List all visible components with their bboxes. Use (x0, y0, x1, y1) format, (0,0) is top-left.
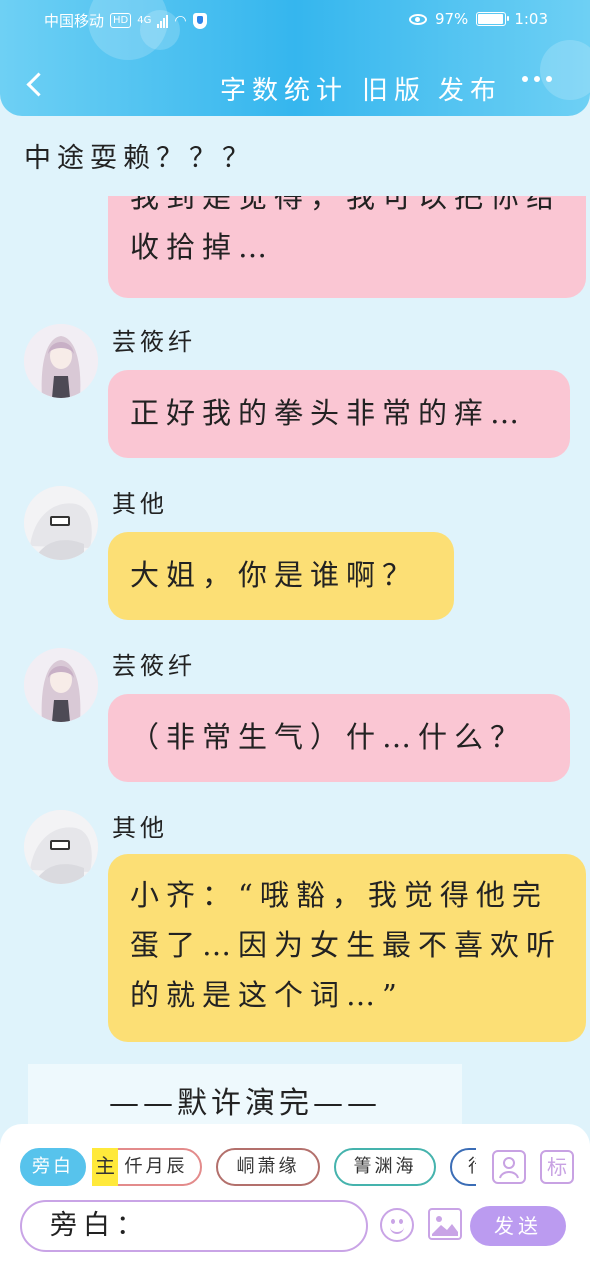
shield-icon (192, 12, 207, 29)
wifi-icon: ◠ (174, 12, 187, 29)
signal-icon (157, 14, 169, 28)
publish-button[interactable]: 发布 (438, 70, 502, 107)
section-title: 中途耍赖？？？ (24, 143, 255, 174)
more-dot-icon (534, 76, 540, 82)
mark-icon[interactable]: 标 (540, 1150, 574, 1184)
message-bubble[interactable]: 小齐：“哦豁，我觉得他完蛋了…因为女生最不喜欢听的就是这个词…” (108, 854, 586, 1042)
dialogue-input[interactable]: 旁白： (20, 1200, 368, 1252)
content-area: 中途耍赖？？？ 我到是觉得，我可以把你给收拾掉… 芸筱纤 正好我的拳头非常的痒… (0, 116, 590, 1126)
message-bubble[interactable]: 正好我的拳头非常的痒… (108, 370, 570, 458)
input-speaker-prefix: 旁白： (50, 1210, 149, 1241)
top-header: 中国移动 HD 4G ◠ 97% 1:03 字数统计 旧版 发布 (0, 0, 590, 116)
more-dot-icon (522, 76, 528, 82)
scene-divider: ——默许演完—— (28, 1064, 462, 1124)
character-chip-label: 仟月辰 (124, 1156, 188, 1177)
eye-icon (408, 13, 427, 25)
more-dot-icon (546, 76, 552, 82)
emoji-icon[interactable] (380, 1208, 414, 1242)
avatar-yunxiaoxian[interactable] (24, 324, 98, 398)
speaker-name: 其他 (112, 814, 168, 842)
hd-icon: HD (110, 13, 132, 28)
word-count-button[interactable]: 字数统计 (220, 70, 348, 107)
character-manage-icon[interactable] (492, 1150, 526, 1184)
avatar-other[interactable] (24, 810, 98, 884)
battery-percent: 97% (434, 10, 469, 28)
main-role-badge: 主 (92, 1148, 118, 1186)
back-button[interactable] (18, 66, 54, 102)
speaker-name: 其他 (112, 490, 168, 518)
status-bar: 中国移动 HD 4G ◠ 97% 1:03 (0, 6, 590, 34)
message-list[interactable]: 我到是觉得，我可以把你给收拾掉… 芸筱纤 正好我的拳头非常的痒… 其他 大姐，你… (0, 196, 590, 1126)
compose-panel: 旁白 仟月辰 主 峒萧缘 箐渊海 行 标 旁白： 发送 (0, 1124, 590, 1280)
more-button[interactable] (522, 76, 552, 82)
old-version-button[interactable]: 旧版 (362, 70, 426, 107)
message-bubble[interactable]: 我到是觉得，我可以把你给收拾掉… (108, 196, 586, 298)
message-bubble[interactable]: 大姐，你是谁啊？ (108, 532, 454, 620)
character-selector[interactable]: 旁白 仟月辰 主 峒萧缘 箐渊海 行 (20, 1148, 476, 1188)
speaker-name: 芸筱纤 (112, 652, 196, 680)
message-bubble[interactable]: （非常生气）什…什么？ (108, 694, 570, 782)
character-chip-narration[interactable]: 旁白 (20, 1148, 86, 1186)
character-chip[interactable]: 箐渊海 (334, 1148, 436, 1186)
speaker-name: 芸筱纤 (112, 328, 196, 356)
network-label: 4G (137, 15, 152, 26)
battery-icon (476, 12, 510, 26)
avatar-yunxiaoxian[interactable] (24, 648, 98, 722)
nav-bar: 字数统计 旧版 发布 (0, 60, 590, 110)
carrier-label: 中国移动 (44, 12, 105, 30)
character-chip[interactable]: 行 (450, 1148, 476, 1186)
image-icon[interactable] (428, 1208, 462, 1240)
character-chip[interactable]: 峒萧缘 (216, 1148, 320, 1186)
clock: 1:03 (514, 10, 548, 28)
avatar-other[interactable] (24, 486, 98, 560)
send-button[interactable]: 发送 (470, 1206, 566, 1246)
